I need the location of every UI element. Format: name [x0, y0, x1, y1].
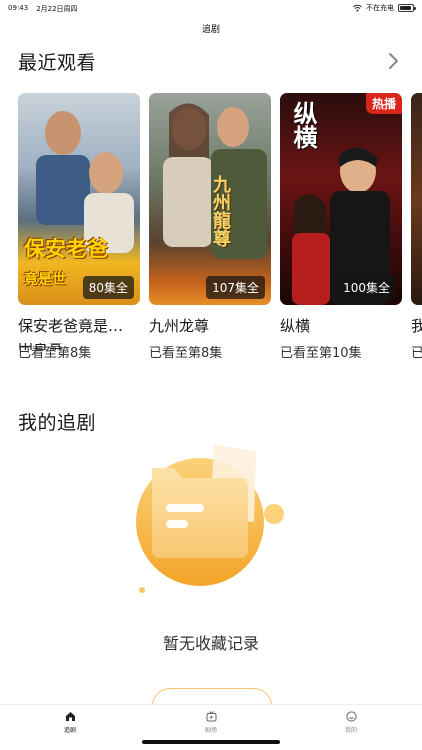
wifi-icon	[353, 4, 362, 12]
episode-badge: 80集全	[82, 276, 134, 299]
theater-icon	[206, 711, 217, 722]
poster[interactable]: 保安老爸 竟是世 80集全	[18, 93, 140, 305]
home-indicator	[142, 740, 280, 744]
episode-badge: 107集全	[206, 276, 265, 299]
charging-status: 不在充电	[366, 4, 394, 12]
card-progress: 已	[411, 346, 422, 361]
poster[interactable]: 纵横 热播 100集全	[280, 93, 402, 305]
status-bar: 09:43 2月22日周四 不在充电	[0, 0, 422, 16]
card-title: 九州龙尊	[149, 317, 210, 335]
card-progress: 已看至第10集	[280, 346, 362, 361]
status-date: 2月22日周四	[36, 5, 78, 13]
card-progress: 已看至第8集	[149, 346, 223, 361]
tab-theater[interactable]: 剧场	[181, 711, 241, 734]
empty-folder-illustration	[130, 432, 300, 602]
recent-list: 保安老爸 竟是世 80集全 保安老爸竟是… 已看至第8集 田首富 九州龍尊 10…	[18, 93, 422, 373]
my-follows-section-title: 我的追剧	[18, 412, 97, 434]
episode-badge: 100集全	[337, 276, 396, 299]
tab-label: 追剧	[63, 727, 76, 734]
status-left: 09:43 2月22日周四	[8, 4, 78, 14]
poster[interactable]	[411, 93, 422, 305]
empty-state-text: 暂无收藏记录	[162, 634, 259, 653]
tab-profile[interactable]: 我的	[321, 711, 381, 734]
recent-card[interactable]: 保安老爸 竟是世 80集全 保安老爸竟是… 已看至第8集 田首富	[18, 93, 140, 361]
home-icon	[65, 711, 76, 722]
poster[interactable]: 九州龍尊 107集全	[149, 93, 271, 305]
poster-title: 九州龍尊	[210, 175, 231, 247]
tab-follow[interactable]: 追剧	[40, 711, 100, 734]
hot-badge: 热播	[365, 93, 402, 114]
tab-label: 我的	[344, 727, 357, 734]
battery-icon	[398, 4, 416, 12]
chevron-right-icon[interactable]	[386, 52, 400, 70]
recent-section-title: 最近观看	[18, 52, 97, 74]
card-title: 保安老爸竟是…	[18, 317, 124, 335]
tab-label: 剧场	[204, 727, 217, 734]
page-title: 追剧	[201, 25, 220, 35]
recent-card[interactable]: 纵横 热播 100集全 纵横 已看至第10集	[280, 93, 402, 361]
poster-title-line2: 竟是世	[24, 272, 66, 288]
recent-card[interactable]: 九州龍尊 107集全 九州龙尊 已看至第8集	[149, 93, 271, 361]
card-title: 纵横	[280, 317, 311, 335]
poster-title-line1: 保安老爸	[24, 237, 108, 261]
poster-title: 纵横	[289, 101, 317, 149]
card-title: 我	[411, 315, 422, 336]
status-time: 09:43	[8, 4, 29, 12]
profile-icon	[345, 711, 357, 722]
card-title-overflow: 田首富	[18, 343, 63, 350]
recent-card[interactable]: 我 已	[411, 93, 422, 361]
status-right: 不在充电	[353, 3, 416, 13]
